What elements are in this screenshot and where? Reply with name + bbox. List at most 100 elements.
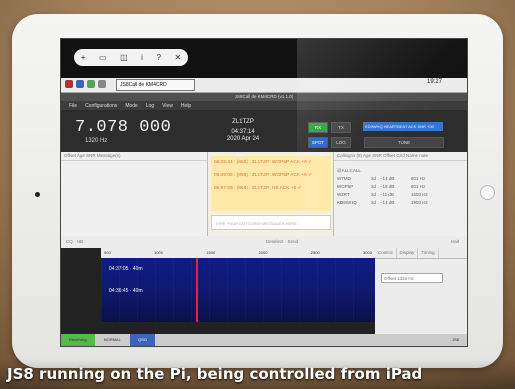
front-camera-icon xyxy=(35,192,40,197)
callsign-snr: -14 dB xyxy=(381,200,395,205)
band-activity-column: Offset Age SNR Message(s) xyxy=(61,152,208,236)
add-icon[interactable]: + xyxy=(81,53,86,62)
callsign-offset: 801 Hz xyxy=(411,184,426,189)
menu-mode[interactable]: Mode xyxy=(125,103,138,109)
offset-display: 1320 Hz xyxy=(85,138,108,144)
frequency-scale: 500 1000 1500 2000 2500 3000 xyxy=(101,248,375,258)
menu-bar: File Configurations Mode Log View Help xyxy=(61,101,467,110)
callsign-offset: 1650 Hz xyxy=(411,192,428,197)
log-button[interactable]: LOG xyxy=(331,137,351,148)
photo-caption: JS8 running on the Pi, being controlled … xyxy=(0,359,515,389)
files-icon[interactable] xyxy=(87,80,95,88)
waterfall-time-label: 04:36:45 · 40m xyxy=(109,288,143,294)
menu-file[interactable]: File xyxy=(69,103,77,109)
callsign-age: 2d xyxy=(371,176,377,181)
scale-label: 2500 xyxy=(310,250,320,255)
ios-remote-toolbar: + ▭ ◫ i ? ✕ xyxy=(74,49,188,66)
keyboard-icon[interactable]: ▭ xyxy=(99,53,107,62)
taskbar-app-button[interactable]: JS8Call de KM4CRD xyxy=(116,79,195,91)
help-icon[interactable]: ? xyxy=(156,53,160,62)
callsign-offset xyxy=(411,167,441,175)
callsign-name: W7MD xyxy=(337,176,351,181)
raspberry-icon[interactable] xyxy=(65,80,73,88)
app-status: JS8 xyxy=(452,337,459,342)
window-icon[interactable]: ◫ xyxy=(120,53,128,62)
heartbeat-ticker: KD9WHQ HEARTBEAT ACK SNR +00 xyxy=(363,122,443,131)
callsign-row[interactable]: WOP6P 2d -16 dB 801 Hz xyxy=(337,183,461,191)
callsign-snr: -11 dB xyxy=(381,192,394,197)
outgoing-message-input[interactable]: TYPE YOUR OUTGOING MESSAGES HERE. xyxy=(211,215,331,230)
message-columns: Offset Age SNR Message(s) Callsigns (9) … xyxy=(61,152,467,236)
callsign-name: WOP6P xyxy=(337,184,354,189)
photo-background: + ▭ ◫ i ? ✕ JS8Call de KM4CRD 19:27 JS8C… xyxy=(0,0,515,389)
callsign-age: 2d xyxy=(371,200,377,205)
activity-line: 06:35:44 : (868) : ZL1TZP: WOP6P ACK +6 … xyxy=(214,160,313,165)
tx-button[interactable]: TX xyxy=(331,122,351,133)
close-icon[interactable]: ✕ xyxy=(174,53,181,62)
date-value: 2020 Apr 24 xyxy=(226,136,260,142)
callsign-offset: 1950 Hz xyxy=(411,200,428,205)
callsign-age: 2d xyxy=(371,192,377,197)
cq-hb-controls[interactable]: CQ · HB xyxy=(66,239,83,244)
callsign-snr xyxy=(381,167,411,175)
callsign-display: ZL1TZP xyxy=(232,119,254,125)
scale-label: 1500 xyxy=(206,250,216,255)
time-value: 04:37:14 xyxy=(231,129,255,135)
waterfall-time-label: 04:37:05 · 40m xyxy=(109,266,143,272)
callsign-snr: -16 dB xyxy=(381,184,395,189)
message-controls: CQ · HB Deselect · Send Halt xyxy=(61,236,467,248)
qso-status: QSO xyxy=(129,334,155,346)
ipad-device: + ▭ ◫ i ? ✕ JS8Call de KM4CRD 19:27 JS8C… xyxy=(12,14,503,368)
scale-label: 1000 xyxy=(154,250,163,255)
radio-status-panel: 7.078 000 1320 Hz ZL1TZP 04:37:14 2020 A… xyxy=(61,110,467,152)
receiving-status: Receiving xyxy=(61,334,95,346)
spot-button[interactable]: SPOT xyxy=(308,137,328,148)
activity-line: 06:49:09 : (868) : ZL1TZP: WOP6P ACK +6 … xyxy=(214,173,313,178)
tab-display[interactable]: Display xyxy=(397,248,419,258)
callsign-row[interactable]: KD9WHQ 2d -14 dB 1950 Hz xyxy=(337,199,461,207)
home-button[interactable] xyxy=(480,185,495,200)
callsign-snr: -14 dB xyxy=(381,176,395,181)
system-clock: 19:27 xyxy=(426,79,442,85)
conversation-log: 06:35:44 : (868) : ZL1TZP: WOP6P ACK +6 … xyxy=(211,156,331,211)
scale-label: 500 xyxy=(104,250,111,255)
info-icon[interactable]: i xyxy=(141,53,143,62)
send-controls[interactable]: Deselect · Send xyxy=(266,239,298,244)
scale-label: 3000 xyxy=(363,250,372,255)
menu-configurations[interactable]: Configurations xyxy=(85,103,117,109)
callsign-name: W2RT xyxy=(337,192,350,197)
tab-timing[interactable]: Timing xyxy=(418,248,439,258)
menu-view[interactable]: View xyxy=(162,103,173,109)
settings-tabs: Control Display Timing xyxy=(375,248,467,259)
activity-line: 06:57:09 : (868) : ZL1TZP: HB ACK +6 ✓ xyxy=(214,186,302,191)
callsigns-header: Callsigns (9) Age SNR Offset Grid Name n… xyxy=(334,152,467,161)
callsign-row[interactable]: @ALLCALL xyxy=(337,167,461,175)
status-bar: Receiving NORMAL QSO JS8 xyxy=(61,334,467,346)
terminal-icon[interactable] xyxy=(98,80,106,88)
waterfall-panel: 500 1000 1500 2000 2500 3000 04:37:05 · … xyxy=(61,248,467,334)
callsign-name: KD9WHQ xyxy=(337,200,357,205)
callsign-name: @ALLCALL xyxy=(337,168,361,173)
callsign-age xyxy=(371,167,381,175)
halt-button[interactable]: Halt xyxy=(451,239,459,244)
band-activity-header: Offset Age SNR Message(s) xyxy=(61,152,207,161)
desktop-taskbar: JS8Call de KM4CRD 19:27 xyxy=(61,78,467,93)
browser-icon[interactable] xyxy=(76,80,84,88)
callsign-offset: 801 Hz xyxy=(411,176,426,181)
menu-help[interactable]: Help xyxy=(181,103,191,109)
tab-control[interactable]: Control xyxy=(375,248,397,258)
tune-button[interactable]: TUNE xyxy=(364,137,444,148)
js8call-app: 7.078 000 1320 Hz ZL1TZP 04:37:14 2020 A… xyxy=(61,110,467,346)
waterfall-settings-panel: Control Display Timing Offset 1320 Hz xyxy=(375,248,467,334)
waterfall-display[interactable]: 04:37:05 · 40m 04:36:45 · 40m xyxy=(101,258,375,322)
frequency-display: 7.078 000 xyxy=(75,118,172,137)
speed-status: NORMAL xyxy=(103,337,121,342)
rx-button[interactable]: RX xyxy=(308,122,328,133)
callsign-row[interactable]: W2RT 2d -11 dB 1650 Hz xyxy=(337,191,461,199)
menu-log[interactable]: Log xyxy=(146,103,154,109)
offset-field[interactable]: Offset 1320 Hz xyxy=(381,273,443,283)
callsign-row[interactable]: W7MD 2d -14 dB 801 Hz xyxy=(337,175,461,183)
ipad-screen: + ▭ ◫ i ? ✕ JS8Call de KM4CRD 19:27 JS8C… xyxy=(60,38,468,347)
callsign-list: @ALLCALL W7MD 2d -14 dB 801 Hz WOP6P 2d … xyxy=(337,167,461,207)
scale-label: 2000 xyxy=(258,250,268,255)
